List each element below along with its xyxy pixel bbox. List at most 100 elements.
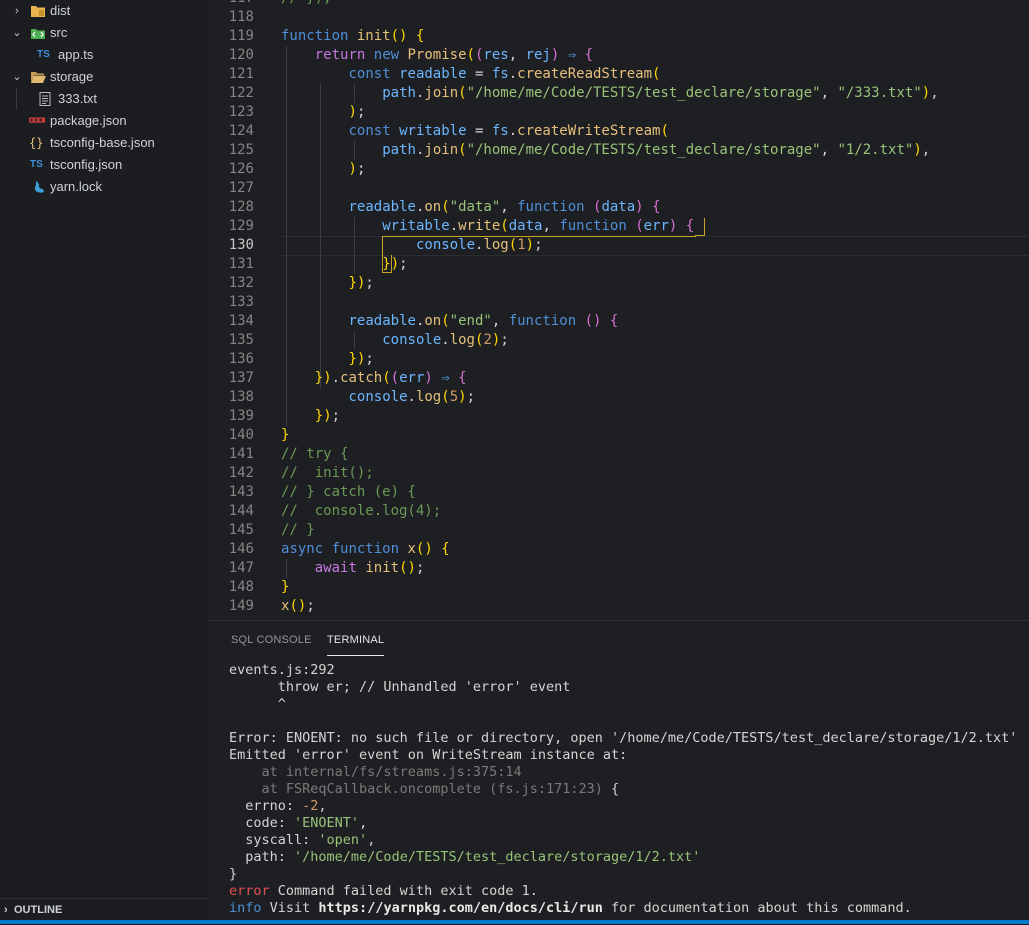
code-line[interactable]: 149 x(); bbox=[209, 597, 1029, 616]
line-number: 118 bbox=[228, 9, 254, 25]
code-text[interactable]: }); bbox=[281, 255, 407, 274]
code-line[interactable]: 147 await init(); bbox=[209, 559, 1029, 578]
code-text[interactable]: readable.on("data", function (data) { bbox=[281, 198, 661, 217]
code-line[interactable]: 141 // try { bbox=[209, 445, 1029, 464]
code-line[interactable]: 144 // console.log(4); bbox=[209, 502, 1029, 521]
code-line[interactable]: 133 bbox=[209, 293, 1029, 312]
code-line[interactable]: 146 async function x() { bbox=[209, 540, 1029, 559]
code-text[interactable]: // console.log(4); bbox=[281, 502, 441, 521]
code-text[interactable]: } bbox=[281, 426, 289, 445]
explorer-item-app-ts[interactable]: TS app.ts bbox=[0, 44, 209, 66]
code-line[interactable]: 148} bbox=[209, 578, 1029, 597]
code-text[interactable]: return new Promise((res, rej) ⇒ { bbox=[281, 46, 593, 65]
line-number: 127 bbox=[228, 180, 254, 196]
code-line[interactable]: 122 path.join("/home/me/Code/TESTS/test_… bbox=[209, 84, 1029, 103]
explorer-item-tsconfig-json[interactable]: TS tsconfig.json bbox=[0, 154, 209, 176]
code-text[interactable]: // } bbox=[281, 521, 315, 540]
explorer-item-333-txt[interactable]: 333.txt bbox=[0, 88, 209, 110]
code-text[interactable]: x(); bbox=[281, 597, 315, 616]
code-text[interactable]: ); bbox=[281, 160, 366, 179]
line-number: 121 bbox=[228, 66, 254, 82]
code-text[interactable]: console.log(2); bbox=[281, 331, 509, 350]
explorer-sidebar: › dist ⌄ src TS app.ts ⌄ storage 333.txt bbox=[0, 0, 209, 924]
code-line[interactable]: 120 return new Promise((res, rej) ⇒ { bbox=[209, 46, 1029, 65]
code-text[interactable]: writable.write(data, function (err) { bbox=[281, 217, 694, 236]
code-text[interactable]: }); bbox=[281, 350, 374, 369]
code-line[interactable]: 132 }); bbox=[209, 274, 1029, 293]
code-line[interactable]: 140} bbox=[209, 426, 1029, 445]
code-text[interactable]: // } catch (e) { bbox=[281, 483, 416, 502]
code-line[interactable]: 136 }); bbox=[209, 350, 1029, 369]
code-line[interactable]: 145 // } bbox=[209, 521, 1029, 540]
code-line[interactable]: 137 }).catch((err) ⇒ { bbox=[209, 369, 1029, 388]
code-text[interactable]: // try { bbox=[281, 445, 348, 464]
code-text[interactable]: console.log(5); bbox=[281, 388, 476, 407]
code-line[interactable]: 119 function init() { bbox=[209, 27, 1029, 46]
tab-sql-console[interactable]: SQL CONSOLE bbox=[231, 631, 312, 655]
code-line[interactable]: 117 // }); bbox=[209, 0, 1029, 8]
line-number: 138 bbox=[228, 389, 254, 405]
explorer-item-dist[interactable]: › dist bbox=[0, 0, 209, 22]
code-text[interactable]: }); bbox=[281, 407, 340, 426]
code-text[interactable]: readable.on("end", function () { bbox=[281, 312, 619, 331]
code-text[interactable]: console.log(1); bbox=[281, 236, 543, 255]
code-text[interactable]: }); bbox=[281, 274, 374, 293]
code-editor[interactable]: 117 // }); 118 119function init() {120 retu… bbox=[209, 0, 1029, 620]
explorer-item-label: dist bbox=[50, 3, 71, 18]
code-line[interactable]: 126 ); bbox=[209, 160, 1029, 179]
line-number: 139 bbox=[228, 408, 254, 424]
code-line[interactable]: 124 const writable = fs.createWriteStrea… bbox=[209, 122, 1029, 141]
code-text[interactable]: path.join("/home/me/Code/TESTS/test_decl… bbox=[281, 84, 938, 103]
terminal-line: at internal/fs/streams.js:375:14 bbox=[229, 764, 522, 780]
code-line[interactable]: 143 // } catch (e) { bbox=[209, 483, 1029, 502]
code-line[interactable]: 139 }); bbox=[209, 407, 1029, 426]
code-text[interactable]: const readable = fs.createReadStream( bbox=[281, 65, 661, 84]
code-line[interactable]: 125 path.join("/home/me/Code/TESTS/test_… bbox=[209, 141, 1029, 160]
code-line[interactable]: 142 // init(); bbox=[209, 464, 1029, 483]
code-text[interactable]: // init(); bbox=[281, 464, 374, 483]
chevron-right-icon[interactable]: › bbox=[4, 899, 8, 921]
explorer-item-storage[interactable]: ⌄ storage bbox=[0, 66, 209, 88]
tab-terminal[interactable]: TERMINAL bbox=[327, 631, 385, 656]
code-text[interactable]: ); bbox=[281, 103, 366, 122]
explorer-item-yarn-lock[interactable]: yarn.lock bbox=[0, 176, 209, 198]
code-text[interactable]: path.join("/home/me/Code/TESTS/test_decl… bbox=[281, 141, 930, 160]
code-line[interactable]: 130 console.log(1); bbox=[209, 236, 1029, 255]
text-file-icon bbox=[39, 92, 51, 106]
explorer-item-src[interactable]: ⌄ src bbox=[0, 22, 209, 44]
terminal-line: throw er; // Unhandled 'error' event bbox=[229, 679, 571, 695]
code-line[interactable]: 131 }); bbox=[209, 255, 1029, 274]
code-text[interactable]: }).catch((err) ⇒ { bbox=[281, 369, 467, 388]
outline-label: OUTLINE bbox=[14, 904, 63, 916]
code-line[interactable]: 135 console.log(2); bbox=[209, 331, 1029, 350]
line-number: 123 bbox=[228, 104, 254, 120]
explorer-item-tsconfig-base-json[interactable]: {} tsconfig-base.json bbox=[0, 132, 209, 154]
chevron-right-icon[interactable]: › bbox=[12, 0, 22, 22]
explorer-item-label: app.ts bbox=[58, 47, 94, 62]
terminal-line: syscall: 'open', bbox=[229, 832, 376, 848]
code-line[interactable]: 127 bbox=[209, 179, 1029, 198]
code-line[interactable]: 118 bbox=[209, 8, 1029, 27]
code-line[interactable]: 129 writable.write(data, function (err) … bbox=[209, 217, 1029, 236]
explorer-item-label: yarn.lock bbox=[50, 179, 103, 194]
terminal-line: info Visit https://yarnpkg.com/en/docs/c… bbox=[229, 900, 912, 916]
line-number: 137 bbox=[228, 370, 254, 386]
code-line[interactable]: 134 readable.on("end", function () { bbox=[209, 312, 1029, 331]
code-text[interactable]: const writable = fs.createWriteStream( bbox=[281, 122, 669, 141]
code-line[interactable]: 128 readable.on("data", function (data) … bbox=[209, 198, 1029, 217]
code-line[interactable]: 138 console.log(5); bbox=[209, 388, 1029, 407]
line-number: 145 bbox=[228, 522, 254, 538]
code-line[interactable]: 121 const readable = fs.createReadStream… bbox=[209, 65, 1029, 84]
explorer-item-package-json[interactable]: package.json bbox=[0, 110, 209, 132]
code-text[interactable]: async function x() { bbox=[281, 540, 450, 559]
outline-section-header[interactable]: › OUTLINE bbox=[0, 898, 209, 921]
chevron-down-icon[interactable]: ⌄ bbox=[12, 66, 22, 88]
code-text[interactable]: // }); bbox=[281, 0, 332, 8]
code-line[interactable]: 123 ); bbox=[209, 103, 1029, 122]
code-text[interactable]: } bbox=[281, 578, 289, 597]
folder-open-icon bbox=[31, 72, 46, 83]
code-text[interactable]: await init(); bbox=[281, 559, 425, 578]
chevron-down-icon[interactable]: ⌄ bbox=[12, 22, 22, 44]
code-text[interactable]: function init() { bbox=[281, 27, 424, 46]
line-number: 117 bbox=[209, 0, 254, 8]
